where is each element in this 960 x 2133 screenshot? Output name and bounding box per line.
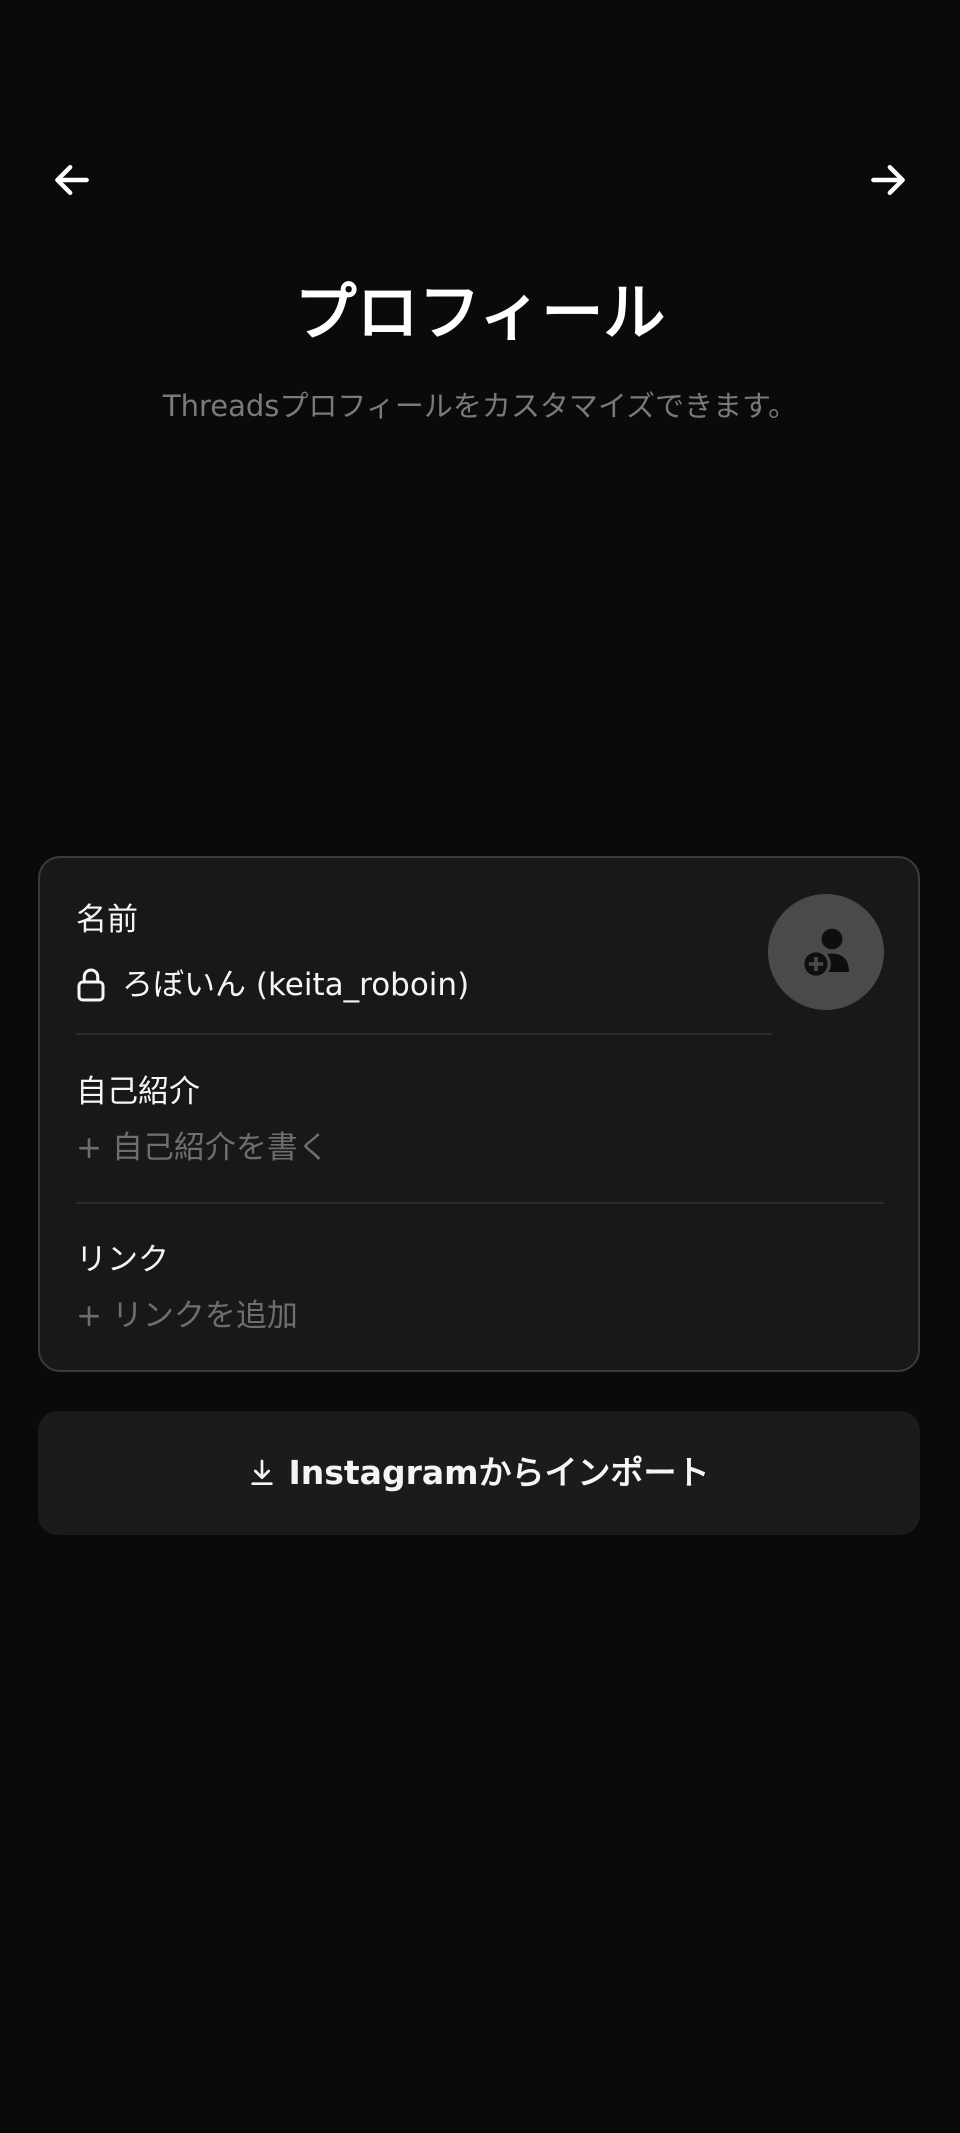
bio-label: 自己紹介 bbox=[76, 1074, 200, 1110]
import-button-label: Instagramからインポート bbox=[288, 1453, 710, 1492]
link-input[interactable]: + リンクを追加 bbox=[76, 1294, 298, 1338]
profile-card: 名前 ろぼいん (keita_roboin) 自己紹介 + 自己紹介を書く リン… bbox=[38, 856, 920, 1372]
divider bbox=[76, 1202, 884, 1204]
download-icon bbox=[248, 1457, 276, 1489]
add-avatar-button[interactable] bbox=[768, 894, 884, 1010]
next-button[interactable] bbox=[858, 150, 918, 210]
import-from-instagram-button[interactable]: Instagramからインポート bbox=[38, 1411, 920, 1535]
lock-icon bbox=[76, 967, 106, 1003]
back-button[interactable] bbox=[42, 150, 102, 210]
arrow-right-icon bbox=[871, 164, 905, 196]
link-label: リンク bbox=[76, 1242, 169, 1278]
divider bbox=[76, 1033, 772, 1035]
name-value: ろぼいん (keita_roboin) bbox=[122, 967, 470, 1003]
name-field[interactable]: ろぼいん (keita_roboin) bbox=[76, 963, 469, 1007]
add-person-icon bbox=[801, 928, 849, 979]
bio-input[interactable]: + 自己紹介を書く bbox=[76, 1126, 329, 1170]
arrow-left-icon bbox=[55, 164, 89, 196]
page-subtitle: Threadsプロフィールをカスタマイズできます。 bbox=[162, 389, 798, 423]
page-title: プロフィール bbox=[294, 276, 666, 349]
name-label: 名前 bbox=[76, 902, 138, 938]
